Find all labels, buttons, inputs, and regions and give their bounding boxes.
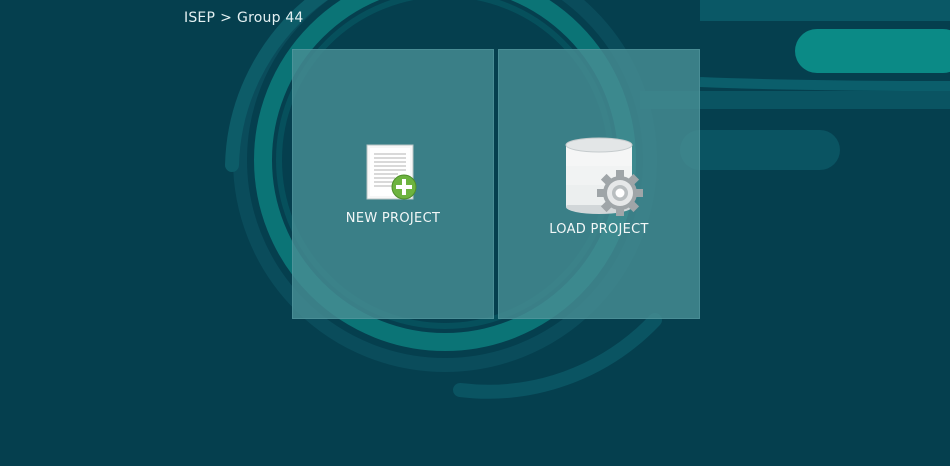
load-project-tile[interactable]: LOAD PROJECT — [498, 49, 700, 319]
new-document-icon — [366, 144, 417, 200]
breadcrumb-current: Group 44 — [237, 10, 304, 26]
breadcrumb-separator: > — [220, 10, 233, 26]
breadcrumb: ISEP > Group 44 — [184, 10, 304, 26]
breadcrumb-root[interactable]: ISEP — [184, 10, 215, 26]
database-gear-icon — [565, 137, 643, 216]
new-project-label: NEW PROJECT — [345, 211, 441, 226]
new-project-tile[interactable]: NEW PROJECT — [292, 49, 494, 319]
load-project-label: LOAD PROJECT — [549, 222, 649, 237]
